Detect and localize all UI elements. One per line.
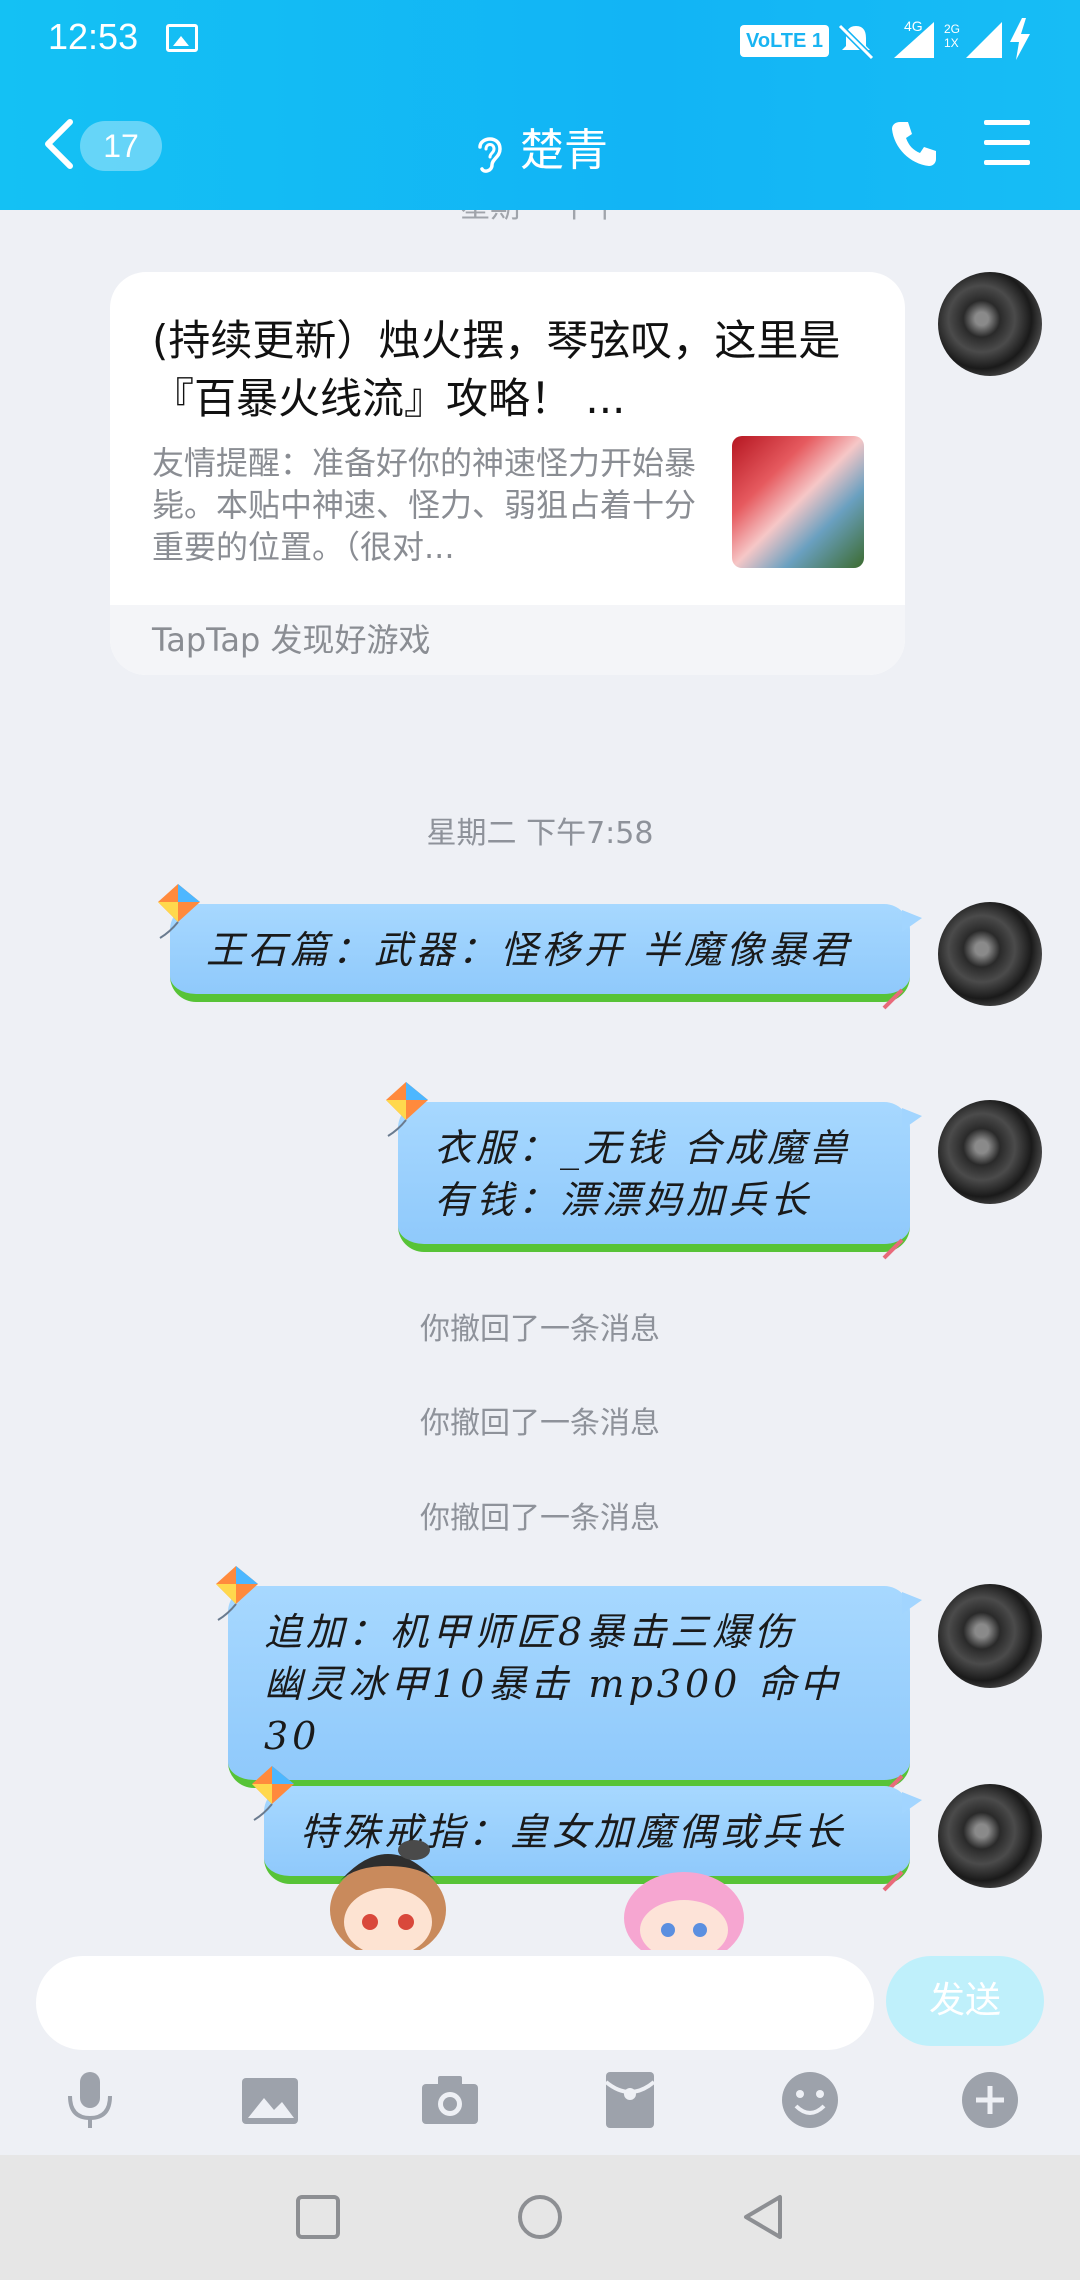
recents-button-icon[interactable] — [294, 2193, 342, 2241]
home-button-icon[interactable] — [516, 2193, 564, 2241]
bubble-tail — [902, 1592, 922, 1614]
hearing-icon — [478, 137, 502, 173]
send-button[interactable]: 发送 — [886, 1956, 1044, 2046]
status-bar: 12:53 VoLTE 1 4G 2G 1X — [0, 0, 1080, 80]
bubble-tail — [902, 910, 922, 932]
charging-icon — [1010, 18, 1030, 60]
brush-icon — [882, 1238, 904, 1260]
red-packet-icon[interactable] — [598, 2068, 662, 2132]
card-thumbnail — [732, 436, 864, 568]
input-bar: 发送 — [0, 1950, 1080, 2155]
brush-icon — [882, 988, 904, 1010]
message-bubble[interactable]: 衣服：_无钱 合成魔兽 有钱：漂漂妈加兵长 — [386, 1082, 922, 1260]
system-nav-bar — [0, 2155, 1080, 2280]
bubble-sticker-girl-left — [330, 1840, 446, 1950]
signal-icon — [894, 22, 934, 58]
network-2g-label: 2G 1X — [944, 22, 961, 50]
shared-link-card[interactable]: (持续更新）烛火摆，琴弦叹，这里是『百暴火线流』攻略！ ... 友情提醒：准备好… — [110, 272, 905, 675]
message-bubble[interactable]: 王石篇：武器：怪移开 半魔像暴君 — [158, 884, 922, 1010]
status-time: 12:53 — [48, 16, 139, 57]
kite-icon — [216, 1566, 258, 1621]
avatar[interactable] — [938, 1784, 1042, 1888]
message-bubble[interactable]: 追加：机甲师匠8暴击三爆伤 幽灵冰甲10暴击 mp300 命中30 — [216, 1566, 922, 1796]
card-source: TapTap 发现好游戏 — [110, 605, 905, 675]
top-bar: 12:53 VoLTE 1 4G 2G 1X 17 楚青 — [0, 0, 1080, 210]
contact-name: 楚青 — [520, 125, 608, 176]
gallery-notification-icon — [166, 24, 198, 52]
recall-notice: 你撤回了一条消息 — [420, 1406, 660, 1441]
microphone-icon[interactable] — [58, 2068, 122, 2132]
bubble-tail — [902, 1108, 922, 1130]
volte-indicator: VoLTE 1 — [740, 25, 830, 57]
avatar[interactable] — [938, 1584, 1042, 1688]
kite-icon — [386, 1082, 428, 1137]
message-text: 追加：机甲师匠8暴击三爆伤 幽灵冰甲10暴击 mp300 命中30 — [264, 1610, 842, 1758]
image-icon[interactable] — [238, 2068, 302, 2132]
emoji-icon[interactable] — [778, 2068, 842, 2132]
signal-icon-2 — [966, 22, 1002, 58]
camera-icon[interactable] — [418, 2068, 482, 2132]
card-description: 友情提醒：准备好你的神速怪力开始暴毙。本贴中神速、怪力、弱狙占着十分重要的位置。… — [152, 444, 697, 566]
avatar[interactable] — [938, 902, 1042, 1006]
bubble-tail — [902, 1792, 922, 1814]
message-input[interactable] — [36, 1956, 874, 2050]
avatar[interactable] — [938, 272, 1042, 376]
chat-area[interactable]: 星期一 下午 (持续更新）烛火摆，琴弦叹，这里是『百暴火线流』攻略！ ... 友… — [0, 210, 1080, 1950]
phone-icon[interactable] — [886, 116, 942, 172]
kite-icon — [252, 1766, 294, 1821]
back-button-icon[interactable] — [740, 2193, 788, 2241]
message-text: 衣服：_无钱 合成魔兽 有钱：漂漂妈加兵长 — [434, 1126, 852, 1222]
mute-icon — [837, 23, 875, 60]
recall-notice: 你撤回了一条消息 — [420, 1312, 660, 1347]
message-text: 王石篇：武器：怪移开 半魔像暴君 — [206, 928, 853, 972]
clipped-timestamp: 星期一 下午 — [0, 210, 1080, 226]
plus-icon[interactable] — [958, 2068, 1022, 2132]
bubble-sticker-girl-right — [624, 1872, 744, 1950]
message-timestamp: 星期二 下午7:58 — [426, 816, 654, 851]
kite-icon — [158, 884, 200, 939]
avatar[interactable] — [938, 1100, 1042, 1204]
menu-icon[interactable] — [984, 120, 1030, 166]
card-title: (持续更新）烛火摆，琴弦叹，这里是『百暴火线流』攻略！ ... — [152, 316, 841, 423]
recall-notice: 你撤回了一条消息 — [420, 1501, 660, 1536]
brush-icon — [882, 1870, 904, 1892]
